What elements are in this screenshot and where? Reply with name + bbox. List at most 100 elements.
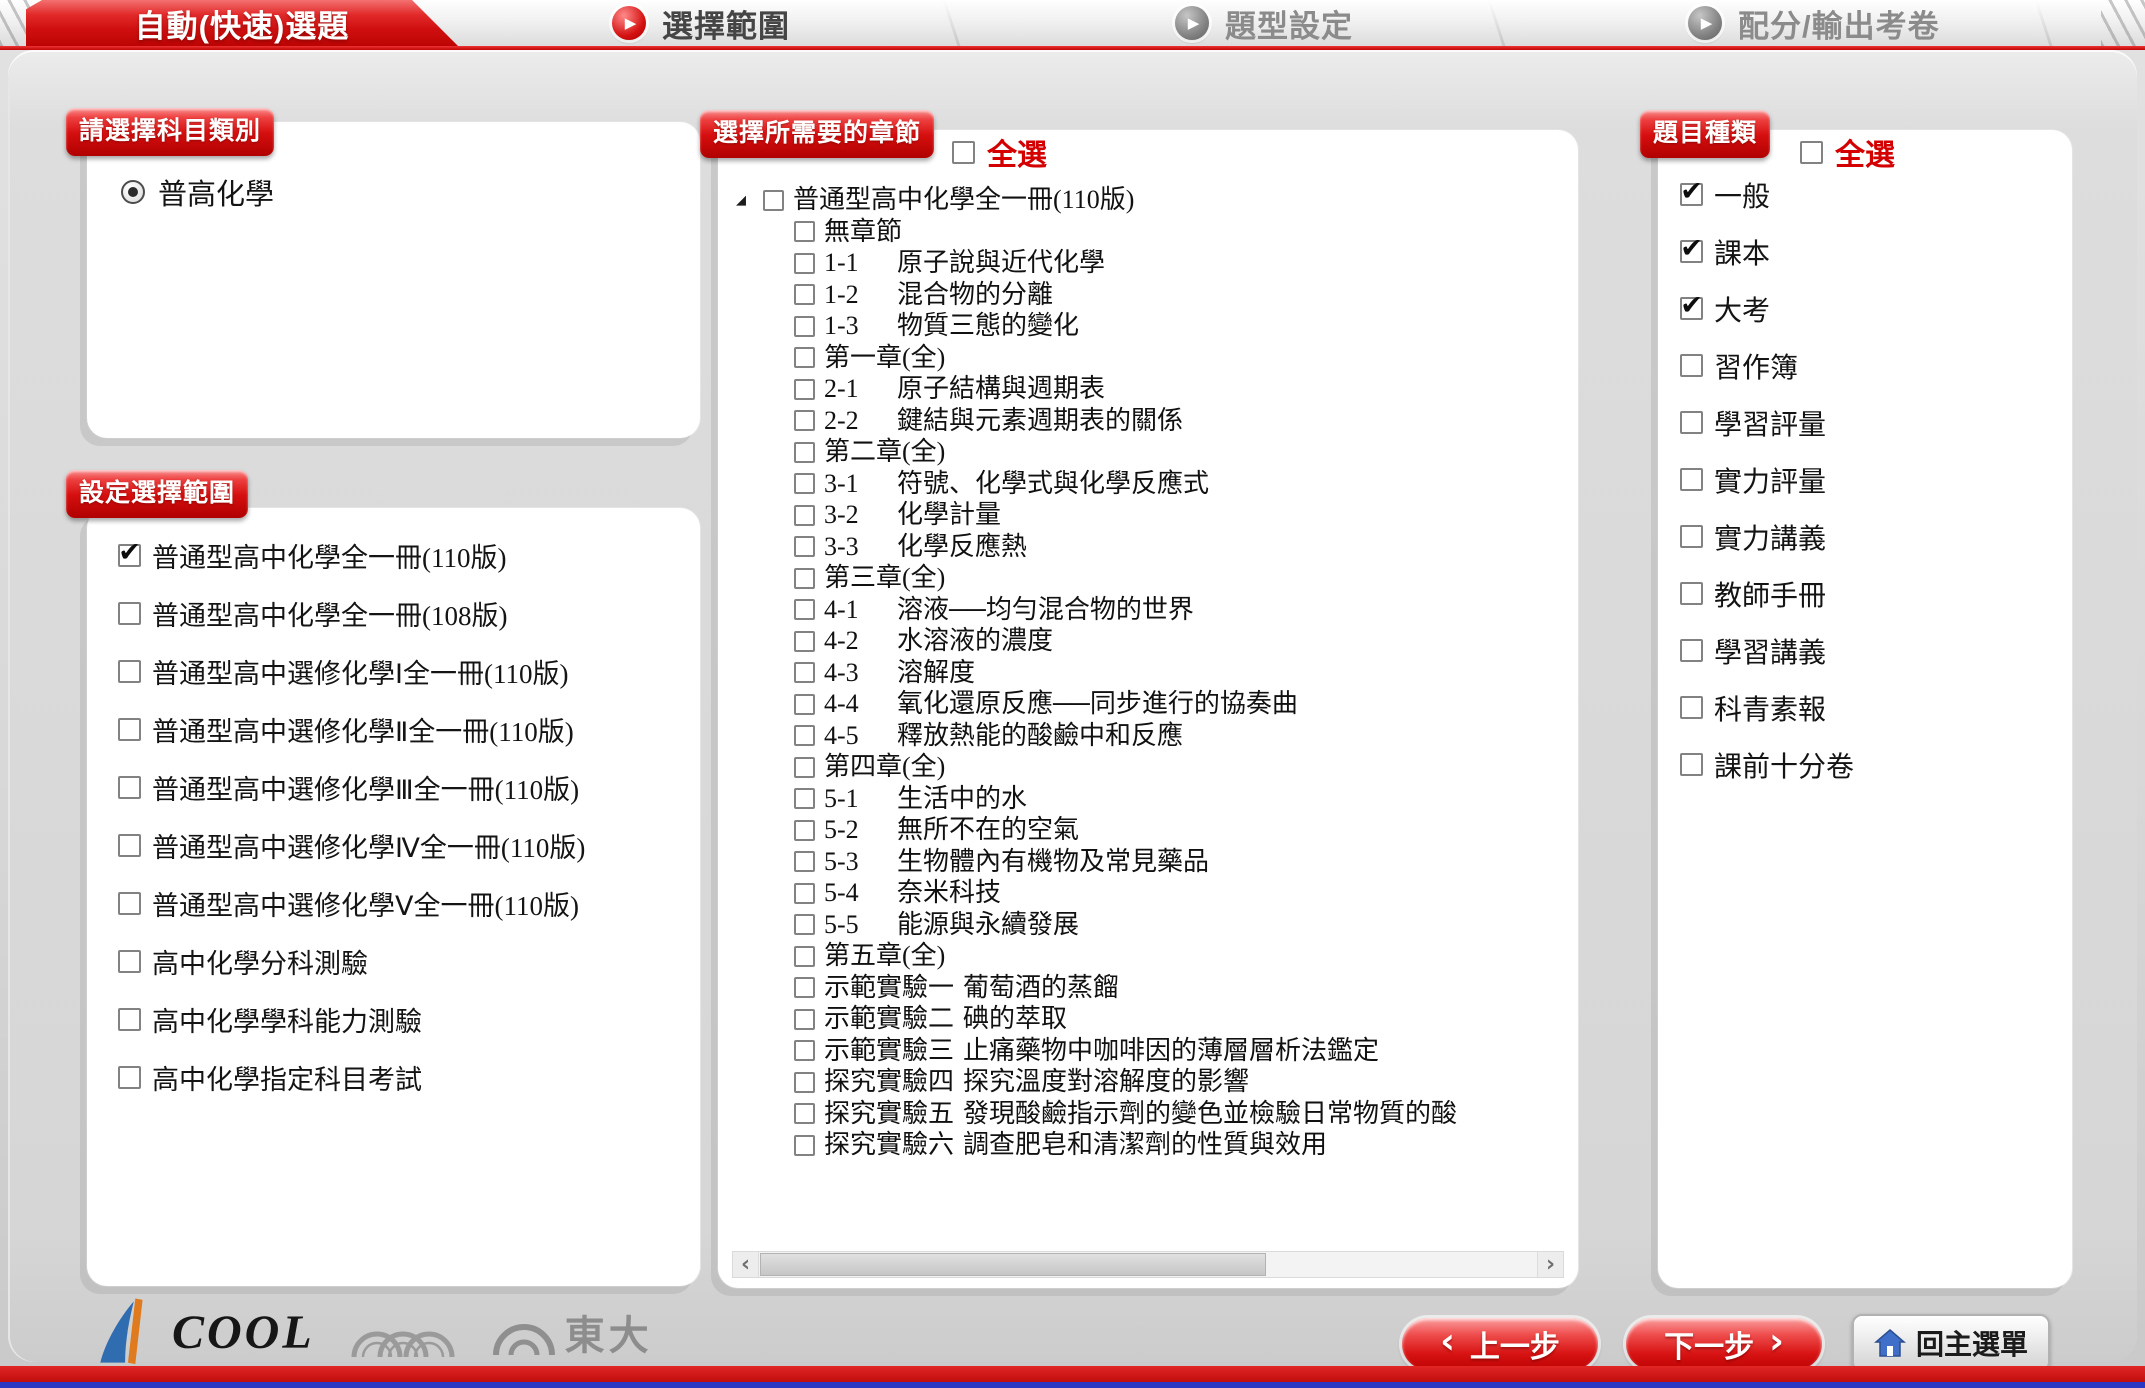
- checkbox[interactable]: [794, 662, 815, 683]
- checkbox[interactable]: ✔: [1680, 297, 1703, 320]
- checkbox[interactable]: [794, 1009, 815, 1030]
- scroll-left-arrow[interactable]: ‹: [733, 1252, 759, 1277]
- chapter-item-row[interactable]: 5-1 生活中的水: [794, 783, 1574, 815]
- radio-button[interactable]: [121, 180, 145, 204]
- checkbox[interactable]: [118, 892, 141, 915]
- chapter-item-row[interactable]: 4-1 溶液──均勻混合物的世界: [794, 594, 1574, 626]
- checkbox[interactable]: [794, 505, 815, 526]
- checkbox[interactable]: [794, 536, 815, 557]
- checkbox[interactable]: [1680, 525, 1703, 548]
- checkbox[interactable]: [794, 757, 815, 778]
- return-main-menu-button[interactable]: 回主選單: [1852, 1314, 2050, 1372]
- range-item-row[interactable]: ✔ 普通型高中化學全一冊(110版): [87, 526, 700, 584]
- range-item-row[interactable]: 普通型高中化學全一冊(108版): [87, 584, 700, 642]
- type-select-all[interactable]: 全選: [1800, 130, 1895, 174]
- prev-step-button[interactable]: ‹ 上一步: [1402, 1318, 1598, 1370]
- checkbox[interactable]: [794, 851, 815, 872]
- checkbox[interactable]: [794, 347, 815, 368]
- tree-expand-icon[interactable]: ◢: [736, 194, 754, 207]
- chapter-item-row[interactable]: 探究實驗六 調查肥皂和清潔劑的性質與效用: [794, 1130, 1574, 1162]
- checkbox[interactable]: [794, 599, 815, 620]
- type-item-row[interactable]: 學習評量: [1658, 394, 2072, 451]
- checkbox[interactable]: ✔: [118, 544, 141, 567]
- chapter-item-row[interactable]: 第一章(全): [794, 342, 1574, 374]
- checkbox[interactable]: [794, 725, 815, 746]
- type-item-row[interactable]: 課前十分卷: [1658, 736, 2072, 793]
- chapter-item-row[interactable]: 5-5 能源與永續發展: [794, 909, 1574, 941]
- chapter-item-row[interactable]: 示範實驗二 碘的萃取: [794, 1004, 1574, 1036]
- checkbox[interactable]: [118, 776, 141, 799]
- chapter-item-row[interactable]: 1-3 物質三態的變化: [794, 311, 1574, 343]
- checkbox[interactable]: [794, 914, 815, 935]
- range-item-row[interactable]: 普通型高中選修化學Ⅲ全一冊(110版): [87, 758, 700, 816]
- checkbox[interactable]: [1680, 468, 1703, 491]
- chapter-item-row[interactable]: 4-2 水溶液的濃度: [794, 626, 1574, 658]
- checkbox[interactable]: [794, 1072, 815, 1093]
- chapter-item-row[interactable]: 第二章(全): [794, 437, 1574, 469]
- subject-option-row[interactable]: 普高化學: [87, 172, 700, 212]
- checkbox[interactable]: [1680, 354, 1703, 377]
- chapter-item-row[interactable]: 第五章(全): [794, 941, 1574, 973]
- checkbox[interactable]: [794, 1103, 815, 1124]
- chapter-tree-root-row[interactable]: ◢ 普通型高中化學全一冊(110版): [728, 184, 1574, 216]
- chapter-item-row[interactable]: 4-5 釋放熱能的酸鹼中和反應: [794, 720, 1574, 752]
- checkbox[interactable]: [794, 253, 815, 274]
- checkbox[interactable]: ✔: [1680, 183, 1703, 206]
- checkbox[interactable]: [118, 950, 141, 973]
- checkbox[interactable]: [794, 883, 815, 904]
- checkbox[interactable]: [118, 718, 141, 741]
- checkbox[interactable]: [794, 977, 815, 998]
- checkbox[interactable]: [1680, 411, 1703, 434]
- chapter-item-row[interactable]: 2-2 鍵結與元素週期表的關係: [794, 405, 1574, 437]
- checkbox[interactable]: [794, 379, 815, 400]
- checkbox[interactable]: [1680, 753, 1703, 776]
- checkbox[interactable]: [118, 834, 141, 857]
- chapter-item-row[interactable]: 5-4 奈米科技: [794, 878, 1574, 910]
- scrollbar-thumb[interactable]: [760, 1253, 1266, 1276]
- chapter-item-row[interactable]: 探究實驗四 探究溫度對溶解度的影響: [794, 1067, 1574, 1099]
- type-item-row[interactable]: ✔ 課本: [1658, 223, 2072, 280]
- checkbox[interactable]: [794, 1040, 815, 1061]
- checkbox[interactable]: [794, 410, 815, 431]
- range-item-row[interactable]: 普通型高中選修化學Ⅳ全一冊(110版): [87, 816, 700, 874]
- checkbox[interactable]: [794, 316, 815, 337]
- checkbox[interactable]: [794, 1135, 815, 1156]
- type-item-row[interactable]: 科青素報: [1658, 679, 2072, 736]
- checkbox[interactable]: [794, 473, 815, 494]
- checkbox[interactable]: [763, 190, 784, 211]
- checkbox[interactable]: [1680, 696, 1703, 719]
- chapter-item-row[interactable]: 2-1 原子結構與週期表: [794, 374, 1574, 406]
- type-item-row[interactable]: ✔ 一般: [1658, 166, 2072, 223]
- chapter-item-row[interactable]: 第四章(全): [794, 752, 1574, 784]
- type-item-row[interactable]: ✔ 大考: [1658, 280, 2072, 337]
- tab-score-output[interactable]: ▶ 配分/輸出考卷: [1688, 0, 1940, 46]
- checkbox[interactable]: [1800, 141, 1823, 164]
- type-item-row[interactable]: 實力評量: [1658, 451, 2072, 508]
- chapter-item-row[interactable]: 5-2 無所不在的空氣: [794, 815, 1574, 847]
- checkbox[interactable]: [118, 1008, 141, 1031]
- checkbox[interactable]: [118, 660, 141, 683]
- checkbox[interactable]: [794, 788, 815, 809]
- type-item-row[interactable]: 實力講義: [1658, 508, 2072, 565]
- chapter-item-row[interactable]: 4-3 溶解度: [794, 657, 1574, 689]
- chapter-select-all[interactable]: 全選: [952, 130, 1047, 174]
- checkbox[interactable]: [794, 442, 815, 463]
- checkbox[interactable]: [118, 602, 141, 625]
- checkbox[interactable]: [1680, 582, 1703, 605]
- checkbox[interactable]: [794, 631, 815, 652]
- type-item-row[interactable]: 學習講義: [1658, 622, 2072, 679]
- horizontal-scrollbar[interactable]: ‹ ›: [732, 1251, 1564, 1278]
- tab-select-range[interactable]: ▶ 選擇範圍: [612, 0, 790, 46]
- checkbox[interactable]: [794, 568, 815, 589]
- checkbox[interactable]: ✔: [1680, 240, 1703, 263]
- range-item-row[interactable]: 高中化學分科測驗: [87, 932, 700, 990]
- chapter-item-row[interactable]: 3-2 化學計量: [794, 500, 1574, 532]
- chapter-item-row[interactable]: 示範實驗一 葡萄酒的蒸餾: [794, 972, 1574, 1004]
- checkbox[interactable]: [794, 284, 815, 305]
- checkbox[interactable]: [794, 820, 815, 841]
- checkbox[interactable]: [794, 946, 815, 967]
- checkbox[interactable]: [118, 1066, 141, 1089]
- checkbox[interactable]: [794, 221, 815, 242]
- chapter-item-row[interactable]: 1-2 混合物的分離: [794, 279, 1574, 311]
- chapter-item-row[interactable]: 3-1 符號、化學式與化學反應式: [794, 468, 1574, 500]
